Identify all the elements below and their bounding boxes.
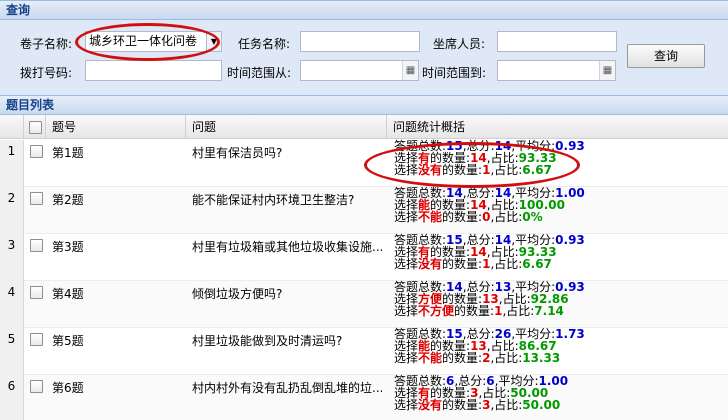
column-header-question[interactable]: 问题 — [186, 115, 387, 139]
question-text: 村内村外有没有乱扔乱倒乱堆的垃... — [192, 381, 382, 395]
row-number: 5 — [0, 328, 24, 375]
table-row[interactable]: 1 第1题 村里有保洁员吗? 答题总数:15,总分:14,平均分:0.93 选择有的数量… — [0, 140, 728, 187]
row-number: 3 — [0, 234, 24, 281]
question-number: 第5题 — [52, 334, 84, 348]
question-stats: 答题总数:6,总分:6,平均分:1.00 选择有的数量:3,占比:50.00 选择没… — [394, 375, 568, 411]
paper-name-select[interactable]: 城乡环卫一体化问卷 ▼ — [85, 31, 222, 52]
question-stats: 答题总数:15,总分:14,平均分:0.93 选择有的数量:14,占比:93.33… — [394, 140, 585, 176]
question-text: 倾倒垃圾方便吗? — [192, 287, 283, 301]
question-number: 第2题 — [52, 193, 84, 207]
grid-header-row: 题号 问题 问题统计概括 — [0, 115, 728, 139]
question-grid: 题号 问题 问题统计概括 1 第1题 村里有保洁员吗? 答题总数:15,总分:14,平… — [0, 115, 728, 420]
stats-line-option-b: 选择没有的数量:1,占比:6.67 — [394, 257, 552, 271]
calendar-icon[interactable]: ▦ — [599, 61, 615, 80]
stats-line-option-b: 选择不能的数量:0,占比:0% — [394, 210, 543, 224]
row-checkbox[interactable] — [30, 192, 43, 205]
select-all-checkbox[interactable] — [29, 121, 42, 134]
phone-number-label: 拨打号码: — [20, 66, 73, 80]
column-header-number[interactable]: 题号 — [46, 115, 186, 139]
task-name-input[interactable] — [300, 31, 420, 52]
table-row[interactable]: 5 第5题 村里垃圾能做到及时清运吗? 答题总数:15,总分:26,平均分:1.73 选… — [0, 328, 728, 375]
stats-line-option-b: 选择不能的数量:2,占比:13.33 — [394, 351, 561, 365]
question-stats: 答题总数:14,总分:14,平均分:1.00 选择能的数量:14,占比:100.0… — [394, 187, 585, 223]
row-number: 4 — [0, 281, 24, 328]
search-button[interactable]: 查询 — [627, 44, 705, 68]
task-name-label: 任务名称: — [238, 37, 291, 51]
question-stats: 答题总数:15,总分:26,平均分:1.73 选择能的数量:13,占比:86.67… — [394, 328, 585, 364]
query-panel-header: 查询 — [0, 0, 728, 20]
agent-input[interactable] — [497, 31, 617, 52]
question-number: 第1题 — [52, 146, 84, 160]
question-number: 第4题 — [52, 287, 84, 301]
row-number: 2 — [0, 187, 24, 234]
question-number: 第3题 — [52, 240, 84, 254]
select-all-header — [24, 115, 46, 139]
row-number: 1 — [0, 140, 24, 187]
paper-name-label: 卷子名称: — [20, 37, 73, 51]
question-text: 村里有保洁员吗? — [192, 146, 283, 160]
row-number: 6 — [0, 375, 24, 420]
question-stats: 答题总数:15,总分:14,平均分:0.93 选择有的数量:14,占比:93.33… — [394, 234, 585, 270]
stats-line-option-b: 选择不方便的数量:1,占比:7.14 — [394, 304, 564, 318]
rownumber-header — [0, 115, 24, 139]
paper-name-value: 城乡环卫一体化问卷 — [89, 34, 198, 48]
column-header-stats[interactable]: 问题统计概括 — [387, 115, 728, 139]
chevron-down-icon[interactable]: ▼ — [206, 32, 221, 51]
table-row[interactable]: 2 第2题 能不能保证村内环境卫生整洁? 答题总数:14,总分:14,平均分:1.00… — [0, 187, 728, 234]
question-text: 村里有垃圾箱或其他垃圾收集设施... — [192, 240, 382, 254]
table-row[interactable]: 6 第6题 村内村外有没有乱扔乱倒乱堆的垃... 答题总数:6,总分:6,平均分:1.… — [0, 375, 728, 420]
time-to-input[interactable]: ▦ — [497, 60, 616, 81]
phone-number-input[interactable] — [85, 60, 222, 81]
row-checkbox[interactable] — [30, 145, 43, 158]
agent-label: 坐席人员: — [433, 37, 486, 51]
row-checkbox[interactable] — [30, 380, 43, 393]
table-row[interactable]: 4 第4题 倾倒垃圾方便吗? 答题总数:14,总分:13,平均分:0.93 选择方便的数… — [0, 281, 728, 328]
time-to-label: 时间范围到: — [422, 66, 487, 80]
query-form: 卷子名称: 城乡环卫一体化问卷 ▼ 任务名称: 坐席人员: 查询 拨打号码: 时… — [0, 20, 728, 95]
question-text: 能不能保证村内环境卫生整洁? — [192, 193, 355, 207]
question-text: 村里垃圾能做到及时清运吗? — [192, 334, 343, 348]
calendar-icon[interactable]: ▦ — [402, 61, 418, 80]
row-checkbox[interactable] — [30, 333, 43, 346]
row-checkbox[interactable] — [30, 239, 43, 252]
time-from-input[interactable]: ▦ — [300, 60, 419, 81]
question-list-header: 题目列表 — [0, 95, 728, 115]
question-stats: 答题总数:14,总分:13,平均分:0.93 选择方便的数量:13,占比:92.8… — [394, 281, 585, 317]
question-number: 第6题 — [52, 381, 84, 395]
stats-line-option-b: 选择没有的数量:3,占比:50.00 — [394, 398, 561, 412]
time-from-label: 时间范围从: — [227, 66, 292, 80]
stats-line-option-b: 选择没有的数量:1,占比:6.67 — [394, 163, 552, 177]
table-row[interactable]: 3 第3题 村里有垃圾箱或其他垃圾收集设施... 答题总数:15,总分:14,平均分:… — [0, 234, 728, 281]
row-checkbox[interactable] — [30, 286, 43, 299]
